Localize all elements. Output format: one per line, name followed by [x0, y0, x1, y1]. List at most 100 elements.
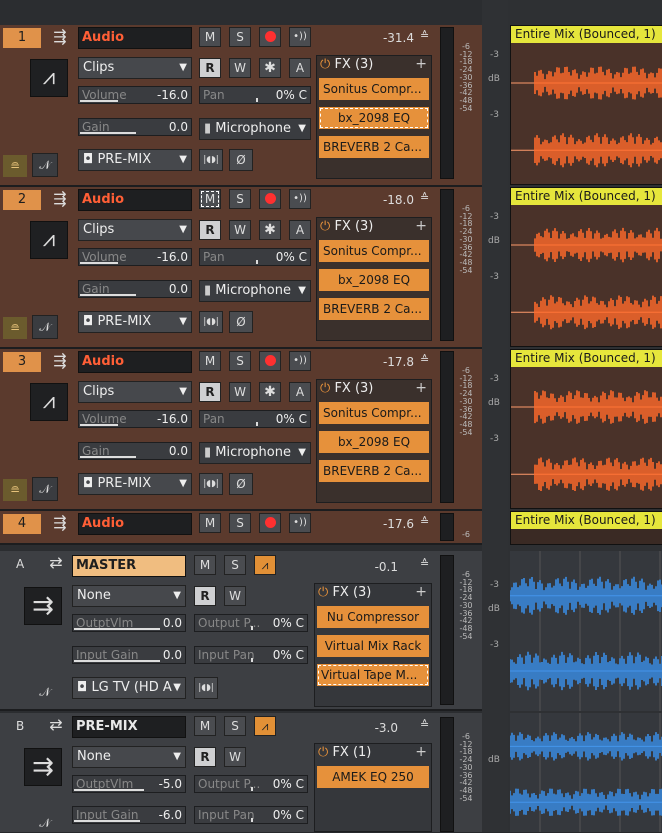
input-pan-slider[interactable]: Input Pan 0% C — [194, 806, 308, 824]
eq-icon[interactable]: ≘ — [3, 155, 27, 177]
output-volume-slider[interactable]: OutptVlm -5.0 — [72, 775, 186, 793]
read-automation-button[interactable]: R — [199, 382, 221, 402]
write-automation-button[interactable]: W — [224, 747, 246, 767]
record-arm-button[interactable] — [259, 513, 281, 533]
track-name[interactable]: Audio — [78, 189, 192, 211]
bus-pre-mix[interactable]: B ⇄ PRE-MIX M S ⩘ -3.0 ≙ ⇉ None ▼ R W Out… — [0, 713, 482, 832]
audio-track-3[interactable]: 3 ⇶ Audio M S •)) -17.8 ≙ ⩘ Clips ▼ R W ✱… — [0, 349, 482, 511]
audio-clip[interactable]: Entire Mix (Bounced, 1) — [510, 187, 662, 347]
gain-slider[interactable]: Gain 0.0 — [78, 280, 192, 298]
input-gain-slider[interactable]: Input Gain 0.0 — [72, 646, 186, 664]
volume-slider[interactable]: Volume -16.0 — [78, 410, 192, 428]
audio-track-1[interactable]: 1 ⇶ Audio M S •)) -31.4 ≙ ⩘ Clips ▼ R W ✱… — [0, 25, 482, 187]
input-pan-slider[interactable]: Input Pan 0% C — [194, 646, 308, 664]
track-settings-icon[interactable]: ⇶ — [48, 351, 72, 370]
track-number[interactable]: 1 — [3, 28, 41, 48]
audio-clip[interactable]: Entire Mix (Bounced, 1) — [510, 511, 662, 545]
input-echo-button[interactable]: •)) — [289, 189, 311, 209]
track-settings-icon[interactable]: ⇶ — [48, 27, 72, 46]
fx-item[interactable]: Virtual Tape M... — [317, 664, 429, 686]
track-number[interactable]: 3 — [3, 352, 41, 372]
read-automation-button[interactable]: R — [199, 58, 221, 78]
expand-arrow-icon[interactable]: ≙ — [420, 515, 429, 528]
solo-button[interactable]: S — [224, 716, 246, 736]
volume-slider[interactable]: Volume -16.0 — [78, 248, 192, 266]
interleave-button[interactable]: |◖◗| — [199, 149, 223, 171]
bus-input-dropdown[interactable]: None ▼ — [72, 746, 186, 768]
track-name[interactable]: Audio — [78, 513, 192, 535]
output-dropdown[interactable]: ◘ PRE-MIX ▼ — [78, 311, 192, 333]
eq-icon[interactable]: ≘ — [3, 479, 27, 501]
solo-button[interactable]: S — [229, 27, 251, 47]
write-automation-button[interactable]: W — [229, 220, 251, 240]
interleave-button[interactable]: |◖◗| — [199, 311, 223, 333]
output-dropdown[interactable]: ◘ PRE-MIX ▼ — [78, 149, 192, 171]
write-automation-button[interactable]: W — [224, 586, 246, 606]
fx-item[interactable]: Sonitus Compr... — [319, 78, 429, 100]
mute-button[interactable]: M — [199, 27, 221, 47]
fx-header[interactable]: ⏻ FX (3) — [318, 585, 371, 600]
view-mode-dropdown[interactable]: Clips ▼ — [78, 381, 192, 403]
fx-header[interactable]: ⏻ FX (3) — [320, 57, 373, 72]
write-automation-button[interactable]: W — [229, 58, 251, 78]
bus-name[interactable]: PRE-MIX — [72, 716, 186, 738]
input-dropdown[interactable]: ▮ Microphone ▼ — [199, 280, 311, 302]
record-arm-button[interactable] — [259, 189, 281, 209]
track-number[interactable]: 4 — [3, 514, 41, 534]
interleave-button[interactable]: |◖◗| — [194, 677, 218, 699]
mute-button[interactable]: M — [194, 716, 216, 736]
read-automation-button[interactable]: R — [194, 586, 216, 606]
fx-item[interactable]: BREVERB 2 Ca... — [319, 136, 429, 158]
gain-slider[interactable]: Gain 0.0 — [78, 442, 192, 460]
fx-item[interactable]: bx_2098 EQ — [319, 107, 429, 129]
bus-route-icon[interactable]: ⇄ — [44, 553, 68, 572]
pan-slider[interactable]: Pan 0% C — [199, 410, 311, 428]
solo-button[interactable]: S — [224, 555, 246, 575]
record-arm-button[interactable] — [259, 351, 281, 371]
bus-input-dropdown[interactable]: None ▼ — [72, 585, 186, 607]
auto-button[interactable]: A — [289, 220, 311, 240]
audio-track-2[interactable]: 2 ⇶ Audio M S •)) -18.0 ≙ ⩘ Clips ▼ R W ✱… — [0, 187, 482, 349]
input-dropdown[interactable]: ▮ Microphone ▼ — [199, 442, 311, 464]
add-fx-button[interactable]: + — [415, 380, 427, 396]
write-automation-button[interactable]: W — [229, 382, 251, 402]
input-echo-button[interactable]: •)) — [289, 27, 311, 47]
fx-item[interactable]: bx_2098 EQ — [319, 431, 429, 453]
phase-button[interactable]: Ø — [229, 149, 253, 171]
mute-button[interactable]: M — [194, 555, 216, 575]
input-echo-button[interactable]: •)) — [289, 351, 311, 371]
fx-item[interactable]: AMEK EQ 250 — [317, 766, 429, 788]
fx-header[interactable]: ⏻ FX (3) — [320, 381, 373, 396]
volume-slider[interactable]: Volume -16.0 — [78, 86, 192, 104]
bus-name[interactable]: MASTER — [72, 555, 186, 577]
track-number[interactable]: 2 — [3, 190, 41, 210]
eq-icon[interactable]: ≘ — [3, 317, 27, 339]
fx-item[interactable]: BREVERB 2 Ca... — [319, 460, 429, 482]
fx-header[interactable]: ⏻ FX (1) — [318, 745, 371, 760]
read-automation-button[interactable]: R — [199, 220, 221, 240]
track-settings-icon[interactable]: ⇶ — [48, 189, 72, 208]
bus-waveform-lane[interactable] — [510, 551, 662, 711]
input-gain-slider[interactable]: Input Gain -6.0 — [72, 806, 186, 824]
solo-button[interactable]: S — [229, 351, 251, 371]
output-dropdown[interactable]: ◘ PRE-MIX ▼ — [78, 473, 192, 495]
track-name[interactable]: Audio — [78, 351, 192, 373]
add-fx-button[interactable]: + — [415, 584, 427, 600]
fx-item[interactable]: Sonitus Compr... — [319, 402, 429, 424]
audio-clip[interactable]: Entire Mix (Bounced, 1) — [510, 349, 662, 509]
gain-slider[interactable]: Gain 0.0 — [78, 118, 192, 136]
bus-master[interactable]: A ⇄ MASTER M S ⩘ -0.1 ≙ ⇉ None ▼ R W Outp… — [0, 551, 482, 711]
track-name[interactable]: Audio — [78, 27, 192, 49]
mute-button[interactable]: M — [199, 189, 221, 209]
audio-clip[interactable]: Entire Mix (Bounced, 1) — [510, 25, 662, 185]
fx-item[interactable]: Sonitus Compr... — [319, 240, 429, 262]
auto-button[interactable]: A — [289, 382, 311, 402]
input-dropdown[interactable]: ▮ Microphone ▼ — [199, 118, 311, 140]
solo-button[interactable]: S — [229, 513, 251, 533]
interleave-button[interactable]: |◖◗| — [199, 473, 223, 495]
add-fx-button[interactable]: + — [415, 56, 427, 72]
envelope-icon[interactable]: 𝒩 — [32, 477, 58, 501]
fx-item[interactable]: Virtual Mix Rack — [317, 635, 429, 657]
star-button[interactable]: ✱ — [259, 382, 281, 402]
envelope-icon[interactable]: 𝒩 — [32, 315, 58, 339]
